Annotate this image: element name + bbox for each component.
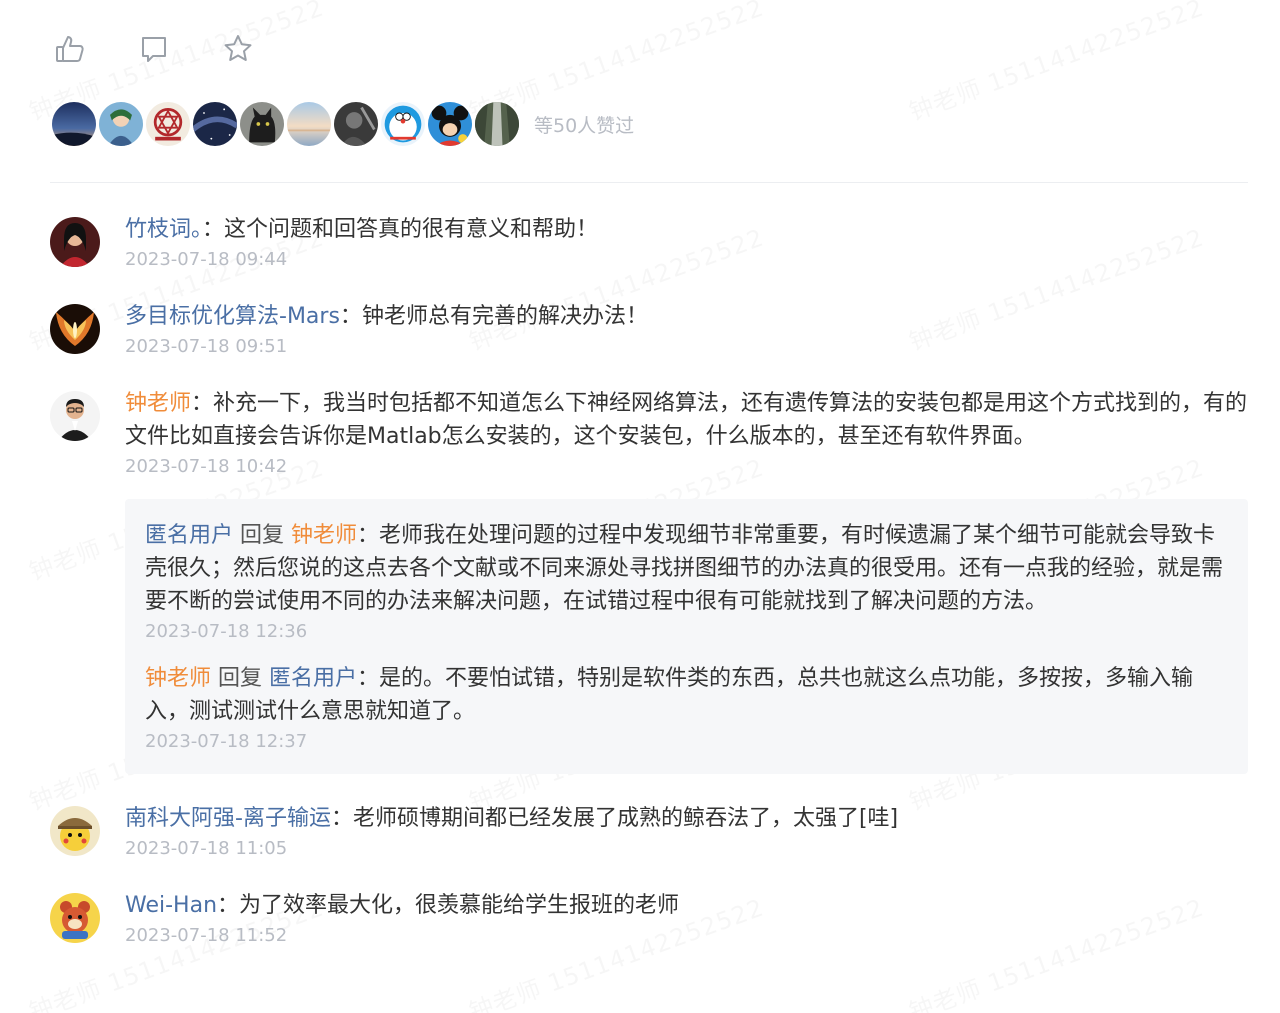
reply-item: 钟老师 回复 匿名用户：是的。不要怕试错，特别是软件类的东西，总共也就这么点功能… [145,662,1226,754]
separator: ： [191,391,214,416]
comment-content: 钟老师总有完善的解决办法！ [361,304,648,329]
avatar[interactable] [50,893,100,943]
comment-author[interactable]: 南科大阿强-离子输运 [125,806,331,831]
comment-timestamp: 2023-07-18 10:42 [125,456,288,477]
comment-item: 多目标优化算法-Mars：钟老师总有完善的解决办法！ 2023-07-18 09… [50,300,1248,359]
comment-text: 南科大阿强-离子输运：老师硕博期间都已经发展了成熟的鲸吞法了，太强了[哇] [125,802,1248,835]
comment-author[interactable]: 多目标优化算法-Mars [125,304,340,329]
liker-avatar[interactable] [191,100,239,148]
liker-avatar[interactable] [379,100,427,148]
avatar[interactable] [50,806,100,856]
comment-timestamp: 2023-07-18 11:52 [125,925,288,946]
separator: ： [202,217,225,242]
comment-panel: 等50人赞过 竹枝词。：这个问题和回答真的很有意义和帮助！ 2023-07-18… [0,0,1280,948]
comment-text: 竹枝词。：这个问题和回答真的很有意义和帮助！ [125,213,1248,246]
reply-keyword: 回复 [233,523,292,548]
comment-item: 南科大阿强-离子输运：老师硕博期间都已经发展了成熟的鲸吞法了，太强了[哇] 20… [50,802,1248,861]
comment-author[interactable]: 竹枝词。 [125,217,202,242]
separator: ： [217,893,240,918]
comment-author[interactable]: 钟老师 [125,391,191,416]
star-icon[interactable] [222,33,254,65]
comment-timestamp: 2023-07-18 09:51 [125,336,288,357]
separator: ： [330,806,353,831]
likers-count[interactable]: 等50人赞过 [534,111,634,138]
liker-avatar[interactable] [50,100,98,148]
liker-avatar[interactable] [97,100,145,148]
action-bar [50,0,1248,70]
avatar[interactable] [50,217,100,267]
liker-avatar-stack[interactable] [50,100,521,148]
reply-target[interactable]: 匿名用户 [269,666,357,691]
liker-avatar[interactable] [426,100,474,148]
separator: ： [339,304,362,329]
comment-item: Wei-Han：为了效率最大化，很羡慕能给学生报班的老师 2023-07-18 … [50,889,1248,948]
reply-timestamp: 2023-07-18 12:37 [145,731,308,752]
reply-target[interactable]: 钟老师 [291,523,357,548]
reply-text: 匿名用户 回复 钟老师：老师我在处理问题的过程中发现细节非常重要，有时候遗漏了某… [145,519,1226,618]
liker-avatar[interactable] [285,100,333,148]
reply-text: 钟老师 回复 匿名用户：是的。不要怕试错，特别是软件类的东西，总共也就这么点功能… [145,662,1226,728]
avatar[interactable] [50,391,100,441]
liker-avatar[interactable] [238,100,286,148]
likers-row: 等50人赞过 [50,100,1248,148]
reply-thread: 匿名用户 回复 钟老师：老师我在处理问题的过程中发现细节非常重要，有时候遗漏了某… [125,499,1248,774]
liker-avatar[interactable] [332,100,380,148]
liker-avatar[interactable] [473,100,521,148]
comment-text: 多目标优化算法-Mars：钟老师总有完善的解决办法！ [125,300,1248,333]
comment-list: 竹枝词。：这个问题和回答真的很有意义和帮助！ 2023-07-18 09:44 … [50,213,1248,948]
comment-icon[interactable] [138,33,170,65]
avatar[interactable] [50,304,100,354]
liker-avatar[interactable] [144,100,192,148]
separator: ： [357,523,380,548]
reply-item: 匿名用户 回复 钟老师：老师我在处理问题的过程中发现细节非常重要，有时候遗漏了某… [145,519,1226,644]
comment-author[interactable]: Wei-Han [125,893,217,918]
comment-text: 钟老师：补充一下，我当时包括都不知道怎么下神经网络算法，还有遗传算法的安装包都是… [125,387,1248,453]
comment-text: Wei-Han：为了效率最大化，很羡慕能给学生报班的老师 [125,889,1248,922]
like-icon[interactable] [54,33,86,65]
separator: ： [357,666,380,691]
comment-timestamp: 2023-07-18 09:44 [125,249,288,270]
comment-content: 补充一下，我当时包括都不知道怎么下神经网络算法，还有遗传算法的安装包都是用这个方… [125,391,1248,449]
comment-timestamp: 2023-07-18 11:05 [125,838,288,859]
comment-item: 竹枝词。：这个问题和回答真的很有意义和帮助！ 2023-07-18 09:44 [50,213,1248,272]
comment-content: 老师硕博期间都已经发展了成熟的鲸吞法了，太强了[哇] [352,806,899,831]
comment-content: 这个问题和回答真的很有意义和帮助！ [224,217,599,242]
reply-author[interactable]: 钟老师 [145,666,211,691]
comment-item: 钟老师：补充一下，我当时包括都不知道怎么下神经网络算法，还有遗传算法的安装包都是… [50,387,1248,774]
reply-keyword: 回复 [211,666,270,691]
reply-timestamp: 2023-07-18 12:36 [145,621,308,642]
reply-author[interactable]: 匿名用户 [145,523,233,548]
divider [50,182,1248,183]
comment-content: 为了效率最大化，很羡慕能给学生报班的老师 [239,893,680,918]
